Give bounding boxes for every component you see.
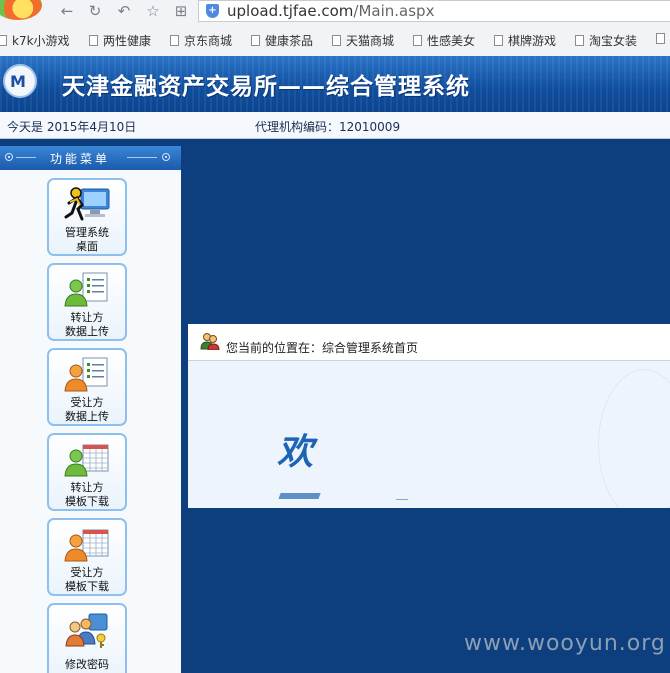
green-user-grid-icon — [64, 444, 109, 477]
extensions-icon[interactable]: ⊞ — [172, 2, 190, 20]
menu-item-desktop[interactable]: 管理系统 桌面 — [47, 178, 127, 256]
page-icon — [656, 33, 665, 44]
menu-item-label: 管理系统 — [65, 226, 109, 239]
orange-user-list-icon — [64, 357, 108, 392]
page-icon — [251, 35, 260, 46]
menu-item-label: 转让方 — [70, 481, 104, 494]
address-url: upload.tjfae.com/Main.aspx — [227, 2, 434, 20]
desktop-user-icon — [64, 187, 110, 221]
bookmark-item[interactable] — [656, 32, 670, 46]
green-user-list-icon — [64, 272, 108, 307]
menu-item-transferee-upload[interactable]: 受让方 数据上传 — [47, 348, 127, 426]
bookmark-item[interactable]: 淘宝女装 — [575, 32, 637, 49]
menu-header: 功能菜单 — [0, 146, 181, 170]
bookmarks-bar: k7k小游戏 两性健康 京东商城 健康茶品 天猫商城 性感美女 棋牌游戏 淘宝女… — [0, 28, 670, 54]
menu-item-label: 数据上传 — [65, 325, 109, 338]
menu-item-transferor-upload[interactable]: 转让方 数据上传 — [47, 263, 127, 341]
page-icon — [170, 35, 179, 46]
welcome-stroke — [273, 493, 321, 508]
url-host: upload.tjfae.com — [227, 2, 354, 20]
users-key-icon — [65, 613, 108, 648]
menu-item-label: 修改密码 — [65, 658, 109, 671]
page-icon — [494, 35, 503, 46]
bookmark-item[interactable]: 棋牌游戏 — [494, 32, 556, 49]
menu-item-label: 受让方 — [70, 566, 104, 579]
browser-chrome: ← ↻ ↶ ☆ ⊞ + upload.tjfae.com/Main.aspx k… — [0, 0, 670, 56]
menu-item-label: 转让方 — [70, 311, 104, 324]
header-ornament-icon — [5, 153, 13, 161]
menu-item-label: 受让方 — [70, 396, 104, 409]
back-icon[interactable]: ← — [58, 2, 76, 20]
address-bar[interactable]: + upload.tjfae.com/Main.aspx — [198, 0, 670, 22]
welcome-stroke — [396, 499, 408, 508]
agency-code-text: 代理机构编码：12010009 — [255, 120, 401, 134]
info-bar: 今天是 2015年4月10日 代理机构编码：12010009 — [0, 112, 670, 139]
favorite-star-icon[interactable]: ☆ — [144, 2, 162, 20]
page-icon — [413, 35, 422, 46]
menu-item-change-password[interactable]: 修改密码 — [47, 603, 127, 673]
page-icon — [89, 35, 98, 46]
browser-logo-icon — [0, 0, 42, 20]
browser-toolbar: ← ↻ ↶ ☆ ⊞ + upload.tjfae.com/Main.aspx — [0, 0, 670, 24]
menu-item-label: 桌面 — [76, 240, 98, 253]
current-location-text: 您当前的位置在：综合管理系统首页 — [226, 341, 419, 355]
menu-item-label: 模板下载 — [65, 580, 109, 593]
header-ornament-icon — [162, 153, 170, 161]
bookmark-item[interactable]: 性感美女 — [413, 32, 475, 49]
menu-item-label: 模板下载 — [65, 495, 109, 508]
app-banner: M 天津金融资产交易所——综合管理系统 — [0, 56, 670, 112]
header-divider — [127, 157, 157, 158]
sidebar: 功能菜单 管理系统 桌面 转让方 数据上传 受让方 数据上传 转让方 模板下载 … — [0, 146, 181, 673]
users-icon — [200, 333, 220, 350]
menu-item-label: 数据上传 — [65, 410, 109, 423]
main-content-panel: 您当前的位置在：综合管理系统首页 欢 — [188, 324, 670, 508]
page-icon — [332, 35, 341, 46]
bookmark-item[interactable]: 两性健康 — [89, 32, 151, 49]
header-divider — [16, 157, 36, 158]
location-bar: 您当前的位置在：综合管理系统首页 — [188, 324, 670, 361]
secure-shield-icon: + — [206, 4, 219, 18]
welcome-area: 欢 — [188, 361, 670, 508]
welcome-text: 欢 — [277, 431, 314, 473]
exchange-logo-icon: M — [3, 64, 37, 98]
menu-title: 功能菜单 — [50, 152, 111, 166]
refresh-icon[interactable]: ↻ — [86, 2, 104, 20]
bookmark-item[interactable]: 京东商城 — [170, 32, 232, 49]
bookmark-item[interactable]: 天猫商城 — [332, 32, 394, 49]
date-text: 今天是 2015年4月10日 — [7, 120, 137, 134]
undo-icon[interactable]: ↶ — [115, 2, 133, 20]
background-decoration — [598, 369, 670, 508]
menu-item-transferee-template[interactable]: 受让方 模板下载 — [47, 518, 127, 596]
watermark: www.wooyun.org — [464, 631, 666, 656]
menu-item-transferor-template[interactable]: 转让方 模板下载 — [47, 433, 127, 511]
page-icon — [0, 35, 7, 46]
bookmark-item[interactable]: k7k小游戏 — [0, 32, 70, 49]
orange-user-grid-icon — [64, 529, 109, 562]
app-title: 天津金融资产交易所——综合管理系统 — [62, 74, 470, 100]
url-path: /Main.aspx — [353, 2, 435, 20]
page-icon — [575, 35, 584, 46]
bookmark-item[interactable]: 健康茶品 — [251, 32, 313, 49]
